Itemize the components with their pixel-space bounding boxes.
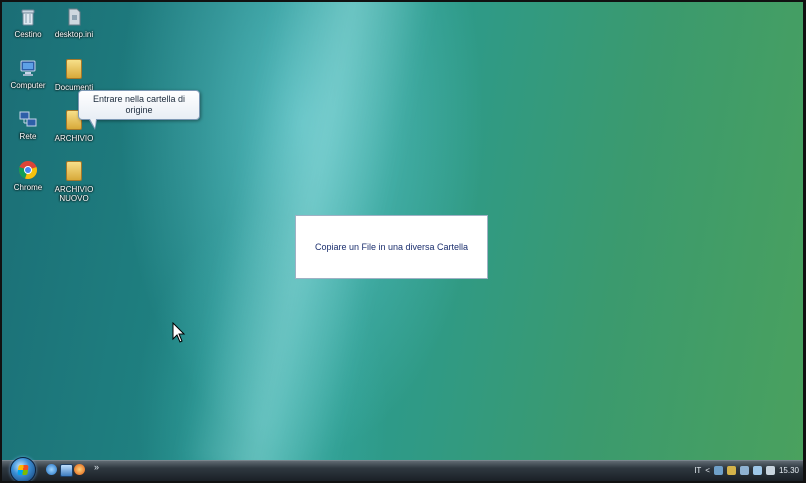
desktop-icon-label: ARCHIVIO: [54, 134, 94, 143]
display-tray-icon[interactable]: [752, 466, 762, 475]
desktop-icon-archivio-nuovo[interactable]: ARCHIVIO NUOVO: [52, 159, 96, 203]
start-button[interactable]: [10, 457, 36, 481]
folder-icon: [63, 161, 85, 183]
chrome-icon: [18, 161, 38, 180]
desktop-icon-documenti[interactable]: Documenti: [52, 57, 96, 92]
taskbar: » IT < 15.30: [2, 457, 803, 481]
folder-icon: [63, 59, 85, 81]
system-tray: IT < 15.30: [694, 464, 799, 477]
instruction-tooltip: Entrare nella cartella di origine: [78, 90, 200, 130]
windows-logo-icon: [17, 465, 29, 475]
tray-expand-button[interactable]: <: [705, 466, 710, 475]
network-icon: [19, 111, 37, 127]
desktop[interactable]: Cestino desktop.ini Computer Documenti R…: [2, 2, 803, 481]
tooltip-tail-inner: [90, 119, 96, 128]
desktop-icon-desktop-ini[interactable]: desktop.ini: [52, 6, 96, 39]
desktop-icon-label: Rete: [19, 132, 37, 141]
tooltip-text: Entrare nella cartella di origine: [92, 94, 186, 115]
desktop-icon-label: Cestino: [14, 30, 42, 39]
desktop-icon-computer[interactable]: Computer: [6, 57, 50, 90]
desktop-icon-label: desktop.ini: [54, 30, 94, 39]
tutorial-caption: Copiare un File in una diversa Cartella: [295, 215, 488, 279]
quicklaunch-more-button[interactable]: »: [94, 462, 99, 472]
network-tray-icon[interactable]: [713, 466, 723, 475]
internet-explorer-icon[interactable]: [46, 464, 57, 475]
volume-icon[interactable]: [765, 466, 775, 475]
safely-remove-icon[interactable]: [739, 466, 749, 475]
language-indicator[interactable]: IT: [694, 466, 701, 475]
file-icon: [68, 8, 81, 26]
desktop-icon-label: ARCHIVIO NUOVO: [54, 185, 94, 203]
recycle-bin-icon: [21, 9, 35, 26]
desktop-icon-rete[interactable]: Rete: [6, 108, 50, 141]
computer-icon: [20, 60, 36, 76]
desktop-icon-chrome[interactable]: Chrome: [6, 159, 50, 192]
desktop-icon-cestino[interactable]: Cestino: [6, 6, 50, 39]
desktop-icon-label: Computer: [10, 81, 46, 90]
screen-frame: Cestino desktop.ini Computer Documenti R…: [0, 0, 806, 483]
show-desktop-icon[interactable]: [60, 464, 73, 477]
mouse-pointer-icon: [172, 322, 186, 343]
desktop-icon-label: Chrome: [13, 183, 43, 192]
tray-app-icon[interactable]: [726, 466, 736, 475]
firefox-icon[interactable]: [74, 464, 85, 475]
caption-text: Copiare un File in una diversa Cartella: [314, 242, 469, 252]
clock[interactable]: 15.30: [779, 466, 799, 475]
